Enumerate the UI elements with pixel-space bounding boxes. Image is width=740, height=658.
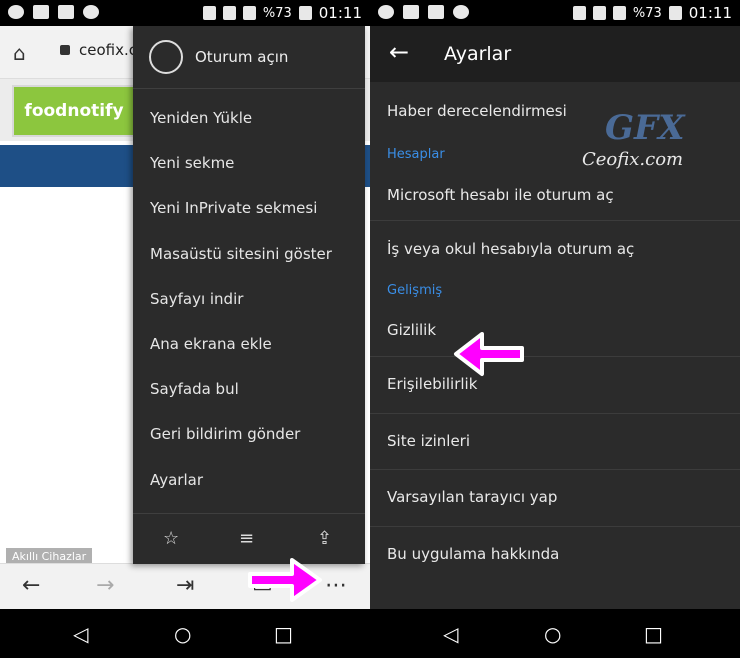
status-bar-right: %73 01:11 [370, 0, 740, 26]
forward-icon[interactable]: → [96, 573, 114, 598]
blocked-icon [83, 5, 99, 19]
arrow-icon-left [248, 558, 322, 602]
menu-item-desktop-site[interactable]: Masaüstü sitesini göster [133, 232, 365, 277]
signin-label: Oturum açın [195, 48, 289, 66]
setting-default-browser[interactable]: Varsayılan tarayıcı yap [370, 470, 740, 527]
page-title: Ayarlar [444, 43, 512, 65]
menu-item-feedback[interactable]: Geri bildirim gönder [133, 412, 365, 457]
clock: 01:11 [318, 4, 362, 22]
menu-item-new-tab[interactable]: Yeni sekme [133, 141, 365, 186]
setting-privacy[interactable]: Gizlilik [370, 305, 740, 357]
home-icon[interactable]: ⌂ [13, 41, 26, 65]
menu-item-reload[interactable]: Yeniden Yükle [133, 96, 365, 141]
nav-back-icon[interactable]: ◁ [443, 622, 458, 646]
setting-site-permissions[interactable]: Site izinleri [370, 414, 740, 470]
blocked-icon [453, 5, 469, 19]
battery-percent: %73 [262, 5, 292, 21]
menu-item-find[interactable]: Sayfada bul [133, 367, 365, 412]
battery-percent: %73 [632, 5, 662, 21]
watermark-text: Ceofix.com [582, 149, 684, 170]
vibrate-icon [572, 6, 586, 20]
nav-home-icon[interactable]: ○ [544, 622, 561, 646]
setting-accessibility[interactable]: Erişilebilirlik [370, 357, 740, 414]
image-icon [58, 5, 74, 19]
menu-item-download[interactable]: Sayfayı indir [133, 277, 365, 322]
android-navbar: ◁ ○ □ [0, 609, 370, 658]
setting-about[interactable]: Bu uygulama hakkında [370, 527, 740, 583]
battery-icon [298, 6, 312, 20]
site-logo[interactable]: foodnotify [12, 85, 136, 137]
favorites-icon[interactable]: ☆ [163, 528, 179, 549]
right-screenshot: %73 01:11 ← Ayarlar Haber derecelendirme… [370, 0, 740, 658]
vibrate-icon [202, 6, 216, 20]
line-icon [8, 5, 24, 19]
reading-list-icon[interactable]: ≡ [239, 528, 254, 549]
more-icon[interactable]: ⋯ [325, 573, 347, 598]
android-navbar-right: ◁ ○ □ [370, 609, 740, 658]
notification-icons [8, 5, 99, 19]
battery-icon [668, 6, 682, 20]
nav-home-icon[interactable]: ○ [174, 622, 191, 646]
settings-header: ← Ayarlar [370, 26, 740, 82]
share-icon[interactable]: ⇪ [317, 528, 332, 549]
nav-back-icon[interactable]: ◁ [73, 622, 88, 646]
wifi-icon [222, 6, 236, 20]
menu-item-add-home[interactable]: Ana ekrana ekle [133, 322, 365, 367]
menu-item-inprivate[interactable]: Yeni InPrivate sekmesi [133, 186, 365, 231]
nav-recent-icon[interactable]: □ [644, 622, 663, 646]
wifi-icon [592, 6, 606, 20]
lock-icon [60, 45, 70, 55]
image-icon [428, 5, 444, 19]
back-icon[interactable]: ← [22, 573, 40, 598]
watermark-gfx: GFX [605, 108, 685, 148]
nav-recent-icon[interactable]: □ [274, 622, 293, 646]
watermark: GFX Ceofix.com [582, 108, 700, 178]
menu-item-settings[interactable]: Ayarlar [133, 458, 365, 503]
left-screenshot: %73 01:11 ⌂ ceofix.co foodnotify Akıllı … [0, 0, 370, 658]
mail-icon [403, 5, 419, 19]
signal-icon [242, 6, 256, 20]
mail-icon [33, 5, 49, 19]
back-arrow-icon[interactable]: ← [389, 38, 409, 66]
logo-text: foodnotify [24, 101, 124, 121]
arrow-icon-right [454, 332, 524, 376]
signal-icon [612, 6, 626, 20]
line-icon [378, 5, 394, 19]
signin-row[interactable]: Oturum açın [133, 26, 365, 89]
notification-icons-right [378, 5, 469, 19]
overflow-menu: Oturum açın Yeniden Yükle Yeni sekme Yen… [133, 26, 365, 564]
status-bar: %73 01:11 [0, 0, 370, 26]
section-advanced: Gelişmiş [387, 283, 443, 298]
share-out-icon[interactable]: ⇥ [176, 573, 194, 598]
avatar-icon [149, 40, 183, 74]
setting-work-signin[interactable]: İş veya okul hesabıyla oturum aç [370, 221, 740, 277]
clock: 01:11 [688, 4, 732, 22]
